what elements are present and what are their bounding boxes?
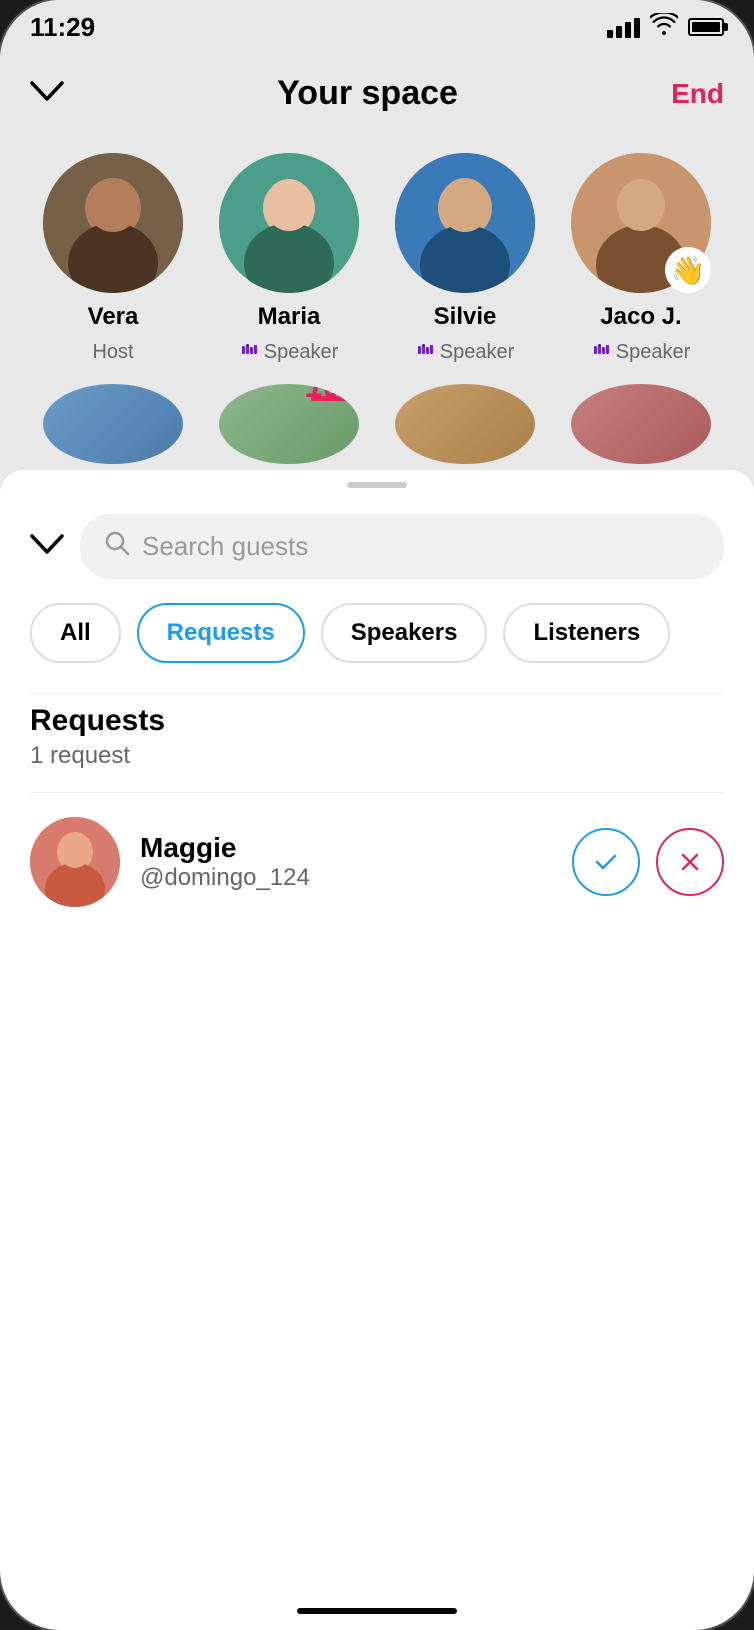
bottom-avatar-1 xyxy=(43,384,183,464)
bottom-avatar-2: 100 xyxy=(219,384,359,464)
wifi-icon xyxy=(650,13,678,41)
wave-badge-jaco: 👋 xyxy=(665,247,711,293)
speaker-host-label: Host xyxy=(92,341,133,364)
speaker-role-jaco: Speaker xyxy=(592,341,691,364)
tab-requests[interactable]: Requests xyxy=(137,603,305,663)
mic-icon-silvie xyxy=(416,341,434,364)
speaker-role-vera: Host xyxy=(92,341,133,364)
phone-frame: 11:29 xyxy=(0,0,754,1630)
speaker-name-jaco: Jaco J. xyxy=(600,303,681,331)
speaker-item-maria: Maria Speaker xyxy=(206,153,372,364)
minimize-button[interactable] xyxy=(30,78,64,110)
bottom-sheet-content: Search guests All Requests Speakers List… xyxy=(0,494,754,931)
signal-bars-icon xyxy=(607,16,640,38)
mic-icon-maria xyxy=(240,341,258,364)
mic-icon-jaco xyxy=(592,341,610,364)
avatar-wrapper-jaco: 👋 xyxy=(571,153,711,293)
avatar-wrapper-silvie xyxy=(395,153,535,293)
requests-section-header: Requests 1 request xyxy=(30,693,724,792)
bottom-sheet: Search guests All Requests Speakers List… xyxy=(0,470,754,931)
end-button[interactable]: End xyxy=(671,78,724,110)
search-minimize-button[interactable] xyxy=(30,531,64,563)
speaker-label-jaco: Speaker xyxy=(616,341,691,364)
avatar-silvie[interactable] xyxy=(395,153,535,293)
speaker-role-maria: Speaker xyxy=(240,341,339,364)
request-handle-maggie: @domingo_124 xyxy=(140,864,552,892)
speaker-label-silvie: Speaker xyxy=(440,341,515,364)
bottom-speakers-row: 100 xyxy=(30,374,724,464)
speakers-grid: Vera Host Maria xyxy=(30,133,724,374)
request-item-maggie: Maggie @domingo_124 xyxy=(30,792,724,931)
reject-button-maggie[interactable] xyxy=(656,828,724,896)
space-title: Your space xyxy=(277,74,458,113)
search-icon xyxy=(104,530,130,563)
speaker-item-vera: Vera Host xyxy=(30,153,196,364)
requests-title: Requests xyxy=(30,704,724,738)
tab-speakers[interactable]: Speakers xyxy=(321,603,488,663)
drag-handle-container xyxy=(0,470,754,494)
speaker-name-silvie: Silvie xyxy=(434,303,497,331)
filter-tabs: All Requests Speakers Listeners xyxy=(30,603,724,693)
speaker-name-vera: Vera xyxy=(88,303,139,331)
tab-all[interactable]: All xyxy=(30,603,121,663)
speaker-item-silvie: Silvie Speaker xyxy=(382,153,548,364)
battery-icon xyxy=(688,18,724,36)
avatar-wrapper-maria xyxy=(219,153,359,293)
search-input[interactable]: Search guests xyxy=(142,531,308,562)
speaker-role-silvie: Speaker xyxy=(416,341,515,364)
request-actions-maggie xyxy=(572,828,724,896)
avatar-vera[interactable] xyxy=(43,153,183,293)
status-time: 11:29 xyxy=(30,12,95,43)
accept-button-maggie[interactable] xyxy=(572,828,640,896)
search-container: Search guests xyxy=(30,494,724,603)
requests-count: 1 request xyxy=(30,738,724,786)
request-name-maggie: Maggie xyxy=(140,832,552,864)
speaker-item-jaco: 👋 Jaco J. Speaker xyxy=(558,153,724,364)
speaker-label-maria: Speaker xyxy=(264,341,339,364)
status-bar: 11:29 xyxy=(0,0,754,54)
bottom-avatar-4 xyxy=(571,384,711,464)
top-section: Your space End xyxy=(0,54,754,494)
avatar-maria[interactable] xyxy=(219,153,359,293)
bottom-avatar-3 xyxy=(395,384,535,464)
search-input-wrapper[interactable]: Search guests xyxy=(80,514,724,579)
avatar-maggie xyxy=(30,817,120,907)
avatar-wrapper-vera xyxy=(43,153,183,293)
tab-listeners[interactable]: Listeners xyxy=(503,603,670,663)
header-bar: Your space End xyxy=(30,54,724,133)
home-indicator xyxy=(297,1608,457,1614)
request-info-maggie: Maggie @domingo_124 xyxy=(140,832,552,892)
speaker-name-maria: Maria xyxy=(258,303,321,331)
status-icons xyxy=(607,13,724,41)
drag-handle xyxy=(347,482,407,488)
